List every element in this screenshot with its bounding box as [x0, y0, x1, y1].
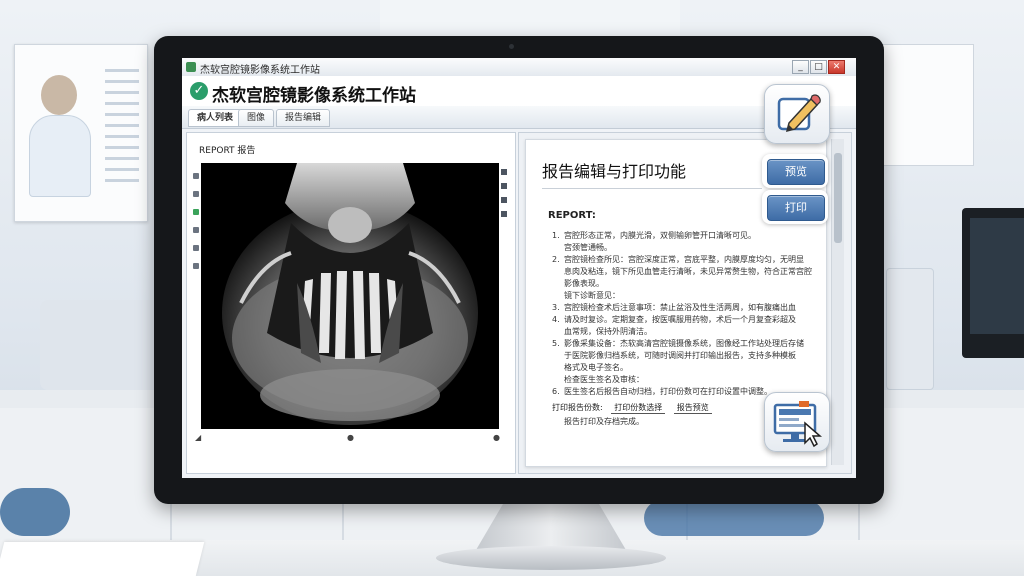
monitor-base	[436, 546, 666, 570]
app-header: ✓ 杰软宫腔镜影像系统工作站	[182, 76, 856, 106]
report-preview-link[interactable]: 报告预览	[673, 402, 712, 414]
view-tool-icon-3[interactable]	[501, 197, 507, 203]
report-line: 2. 宫腔镜检查所见：宫腔深度正常，宫底平整，内膜厚度均匀，无明显	[552, 255, 804, 264]
close-button[interactable]: ✕	[828, 60, 845, 74]
tool-icon-6[interactable]	[193, 263, 199, 269]
webcam	[509, 44, 514, 49]
image-panel-label: REPORT 报告	[199, 146, 256, 156]
endoscopy-image[interactable]	[201, 163, 499, 429]
report-scrollbar[interactable]	[831, 139, 844, 465]
computer-print-icon[interactable]	[764, 392, 830, 452]
report-line: 血常规，保持外阴清洁。	[564, 327, 652, 336]
image-corner-marker-right: ●	[493, 433, 500, 442]
report-line: 影像表现。	[564, 279, 604, 288]
poster-doctor-coat	[29, 115, 91, 197]
image-corner-marker-left: ◢	[195, 433, 202, 442]
maximize-button[interactable]: □	[810, 60, 827, 74]
app-icon	[186, 62, 196, 72]
report-line: 1. 宫腔形态正常，内膜光滑，双侧输卵管开口清晰可见。	[552, 231, 756, 240]
report-line: 镜下诊断意见：	[564, 291, 620, 300]
preview-button-frame: 预览	[762, 154, 828, 188]
minimize-button[interactable]: _	[792, 60, 809, 74]
background-device	[40, 300, 160, 390]
print-copies-select[interactable]: 打印份数选择	[611, 402, 666, 414]
computer-print-graphic	[773, 401, 823, 448]
report-line: 格式及电子签名。	[564, 363, 628, 372]
report-title: REPORT:	[548, 210, 596, 221]
background-chair	[0, 488, 70, 536]
background-doctor-poster	[14, 44, 148, 222]
view-tool-icon-2[interactable]	[501, 183, 507, 189]
check-circle-icon: ✓	[190, 82, 208, 100]
tool-icon-4[interactable]	[193, 227, 199, 233]
tool-icon-5[interactable]	[193, 245, 199, 251]
window-title: 杰软宫腔镜影像系统工作站	[200, 65, 320, 76]
print-copies-row: 打印报告份数: 打印份数选择 报告预览	[552, 402, 712, 414]
image-center-marker: ●	[347, 433, 354, 442]
app-title: 杰软宫腔镜影像系统工作站	[212, 86, 416, 106]
scrollbar-thumb[interactable]	[834, 153, 842, 243]
app-window: 杰软宫腔镜影像系统工作站 _ □ ✕ ✓ 杰软宫腔镜影像系统工作站 病人列表 图…	[182, 58, 856, 478]
tab-report-edit[interactable]: 报告编辑	[276, 109, 331, 127]
print-button-frame: 打印	[762, 190, 828, 224]
view-tool-icon-1[interactable]	[501, 169, 507, 175]
background-device-right	[886, 268, 934, 390]
view-tool-icon-4[interactable]	[501, 211, 507, 217]
tab-images[interactable]: 图像	[238, 109, 275, 127]
desk-paper	[0, 542, 205, 576]
pencil-edit-icon[interactable]	[764, 84, 830, 144]
report-line: 于医院影像归档系统，可随时调阅并打印输出报告，支持多种模板	[564, 351, 796, 360]
print-button[interactable]: 打印	[767, 195, 825, 221]
report-line: 检查医生签名及审核：	[564, 375, 644, 384]
heading-divider	[542, 188, 762, 189]
report-heading: 报告编辑与打印功能	[542, 162, 687, 181]
report-line: 宫颈管通畅。	[564, 243, 612, 252]
poster-doctor-head	[41, 75, 77, 115]
background-poster	[880, 44, 974, 166]
tab-bar: 病人列表 图像 报告编辑	[182, 106, 856, 129]
print-copies-label: 打印报告份数:	[552, 403, 603, 412]
image-panel: REPORT 报告 ◢ ● ●	[186, 132, 516, 474]
tool-icon-1[interactable]	[193, 173, 199, 179]
report-line: 息肉及粘连，镜下所见血管走行清晰，未见异常赘生物，符合正常宫腔	[564, 267, 812, 276]
window-titlebar[interactable]: 杰软宫腔镜影像系统工作站 _ □ ✕	[182, 58, 856, 77]
tool-icon-3[interactable]	[193, 209, 199, 215]
report-line: 4. 请及时复诊。定期复查，按医嘱服用药物，术后一个月复查彩超及	[552, 315, 796, 324]
endoscopy-image-graphic	[222, 163, 478, 425]
preview-button[interactable]: 预览	[767, 159, 825, 185]
background-chair-right	[644, 500, 824, 536]
report-line: 5. 影像采集设备：杰软高清宫腔镜摄像系统，图像经工作站处理后存储	[552, 339, 804, 348]
tab-patient-list[interactable]: 病人列表	[188, 109, 243, 127]
pencil-edit-graphic	[777, 94, 821, 133]
background-monitor	[962, 208, 1024, 358]
poster-text-lines	[105, 69, 139, 189]
report-line: 3. 宫腔镜检查术后注意事项：禁止盆浴及性生活两周，如有腹痛出血	[552, 303, 796, 312]
tool-icon-2[interactable]	[193, 191, 199, 197]
